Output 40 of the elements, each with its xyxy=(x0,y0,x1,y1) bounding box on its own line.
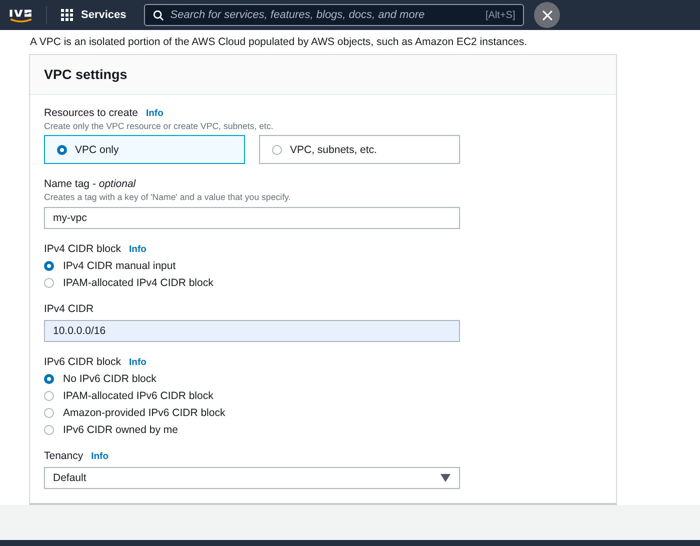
field-label: IPv6 CIDR block xyxy=(44,356,122,368)
field-hint: Create only the VPC resource or create VPC, subnets, etc. xyxy=(44,121,274,131)
option-tile[interactable]: VPC only xyxy=(44,135,245,164)
field-hint: Creates a tag with a key of 'Name' and a value that you specify. xyxy=(44,192,292,202)
shortcut-hint: [Alt+S] xyxy=(486,10,516,20)
radio-label: IPv4 CIDR manual input xyxy=(63,260,176,272)
radio-label: Amazon-provided IPv6 CIDR block xyxy=(63,407,226,419)
radio-button[interactable] xyxy=(44,391,54,401)
caret-icon xyxy=(440,474,451,482)
close-icon xyxy=(542,10,553,20)
option-tile[interactable]: VPC, subnets, etc. xyxy=(259,135,460,164)
radio-button[interactable] xyxy=(44,374,54,384)
close-button[interactable] xyxy=(534,2,560,28)
panel-title: VPC settings xyxy=(44,67,128,82)
field-label: Resources to create xyxy=(44,107,138,119)
radio-button[interactable] xyxy=(44,408,54,418)
search-bar[interactable]: Search for services, features, blogs, docs, and more [Alt+S] xyxy=(144,4,524,26)
grid-icon[interactable] xyxy=(61,9,73,21)
radio-label: IPAM-allocated IPv4 CIDR block xyxy=(63,277,214,289)
field-label: IPv4 CIDR block xyxy=(44,243,122,255)
tenancy-dropdown[interactable]: Default xyxy=(44,467,460,489)
radio-label: IPv6 CIDR owned by me xyxy=(63,424,178,436)
radio-button[interactable] xyxy=(44,278,54,288)
radio-button[interactable] xyxy=(44,425,54,435)
input-field[interactable]: my-vpc xyxy=(44,207,460,229)
radio-label: IPAM-allocated IPv6 CIDR block xyxy=(63,390,214,402)
field-label: Name tag - optional xyxy=(44,178,136,190)
field-label: Tenancy xyxy=(44,450,84,462)
info-link[interactable]: Info xyxy=(91,450,109,462)
services-menu[interactable]: Services xyxy=(81,9,126,21)
info-link[interactable]: Info xyxy=(129,356,146,368)
info-link[interactable]: Info xyxy=(129,244,146,254)
radio-label: No IPv6 CIDR block xyxy=(63,373,156,385)
search-icon xyxy=(153,10,164,20)
field-label: IPv4 CIDR xyxy=(44,303,94,315)
input-field[interactable]: 10.0.0.0/16 xyxy=(44,320,460,342)
info-link[interactable]: Info xyxy=(146,108,164,118)
description-text: A VPC is an isolated portion of the AWS Cloud populated by AWS objects, such as Amazon EC2 instances. xyxy=(30,36,528,48)
search-field[interactable]: Search for services, features, blogs, docs, and more xyxy=(170,9,480,21)
radio-button[interactable] xyxy=(44,261,54,271)
